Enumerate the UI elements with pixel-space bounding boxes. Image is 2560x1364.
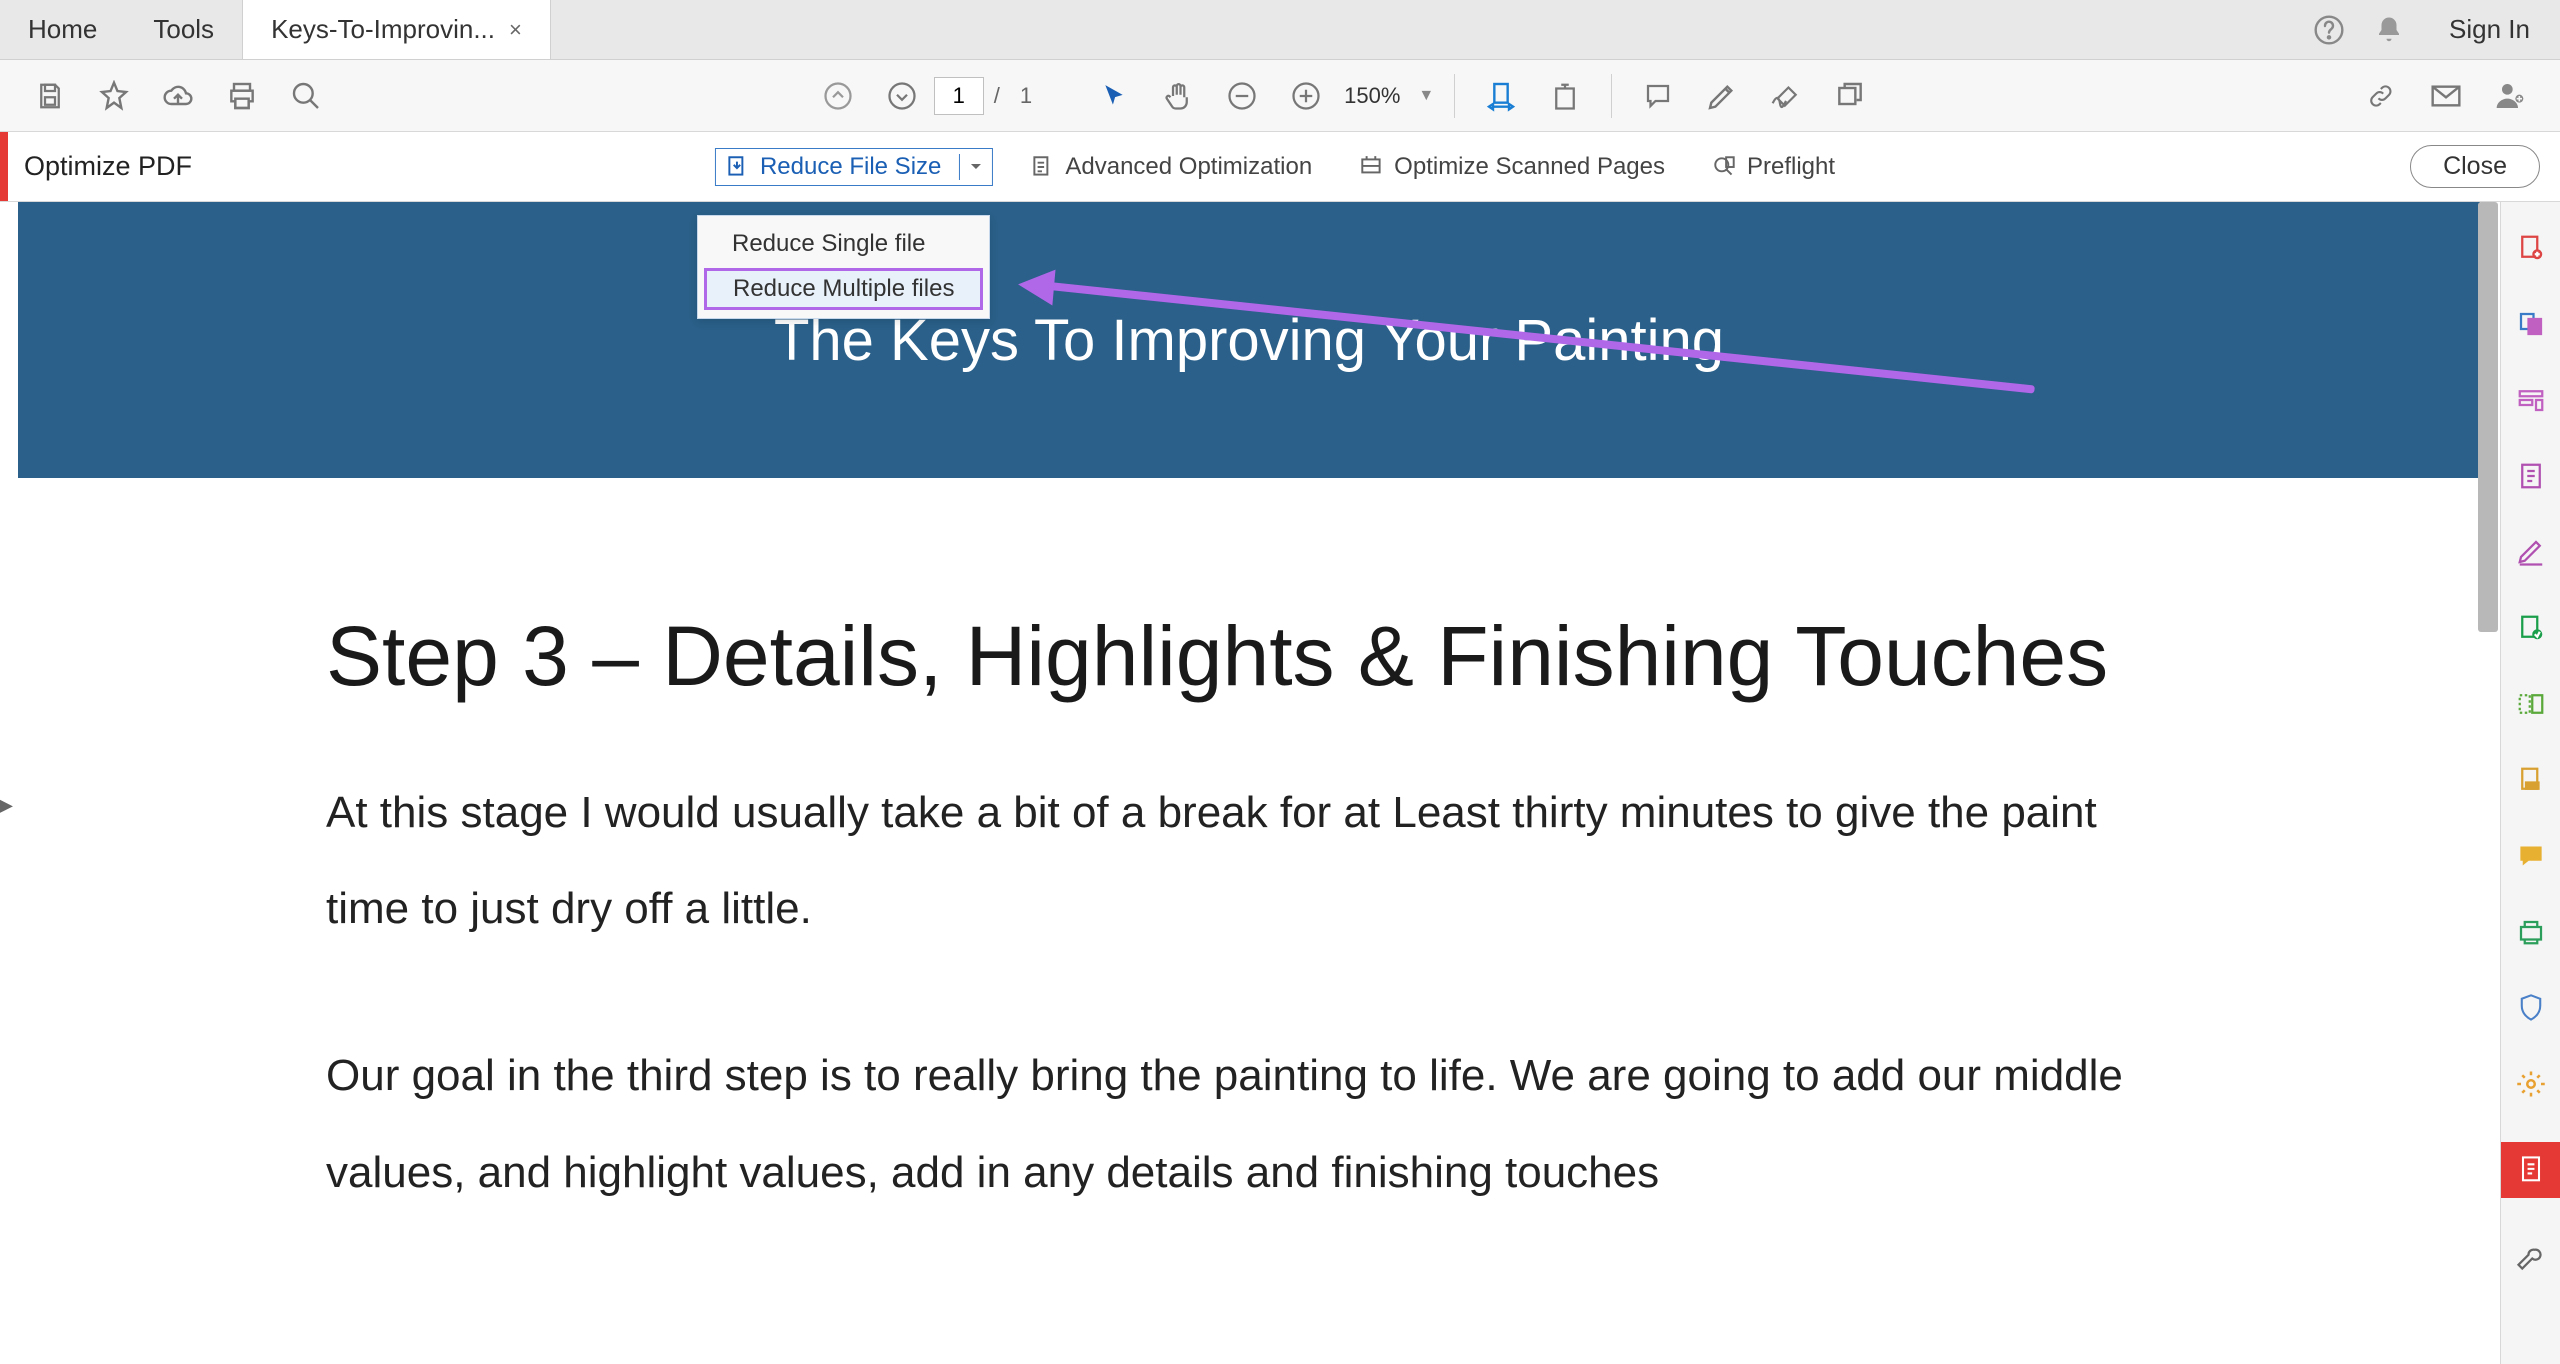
preflight-icon xyxy=(1711,154,1737,180)
cloud-upload-icon[interactable] xyxy=(156,74,200,118)
create-pdf-icon[interactable] xyxy=(2513,230,2549,266)
link-icon[interactable] xyxy=(2360,74,2404,118)
optimize-subbar: Optimize PDF Reduce File Size Advanced O… xyxy=(0,132,2560,202)
document-tab-label: Keys-To-Improvin... xyxy=(271,14,495,45)
email-icon[interactable] xyxy=(2424,74,2468,118)
zoom-out-icon[interactable] xyxy=(1220,74,1264,118)
protect-icon[interactable] xyxy=(2513,990,2549,1026)
organize-icon[interactable] xyxy=(2513,610,2549,646)
page-total: 1 xyxy=(1020,83,1032,109)
highlight-icon[interactable] xyxy=(1700,74,1744,118)
advanced-icon xyxy=(1029,154,1055,180)
comment-icon[interactable] xyxy=(1636,74,1680,118)
sign-icon[interactable] xyxy=(1764,74,1808,118)
close-subbar-button[interactable]: Close xyxy=(2410,145,2540,188)
home-tab[interactable]: Home xyxy=(0,0,125,59)
main-toolbar: / 1 150%▼ xyxy=(0,60,2560,132)
print-production-icon[interactable] xyxy=(2513,914,2549,950)
optimize-scanned-button[interactable]: Optimize Scanned Pages xyxy=(1348,147,1675,187)
vertical-scrollbar[interactable] xyxy=(2478,202,2498,632)
reduce-file-size-button[interactable]: Reduce File Size xyxy=(715,148,993,186)
subbar-title: Optimize PDF xyxy=(24,151,192,182)
chevron-down-icon: ▼ xyxy=(1418,87,1434,105)
signin-button[interactable]: Sign In xyxy=(2419,14,2560,45)
star-icon[interactable] xyxy=(92,74,136,118)
zoom-dropdown[interactable]: 150%▼ xyxy=(1344,83,1434,109)
document-body: Step 3 – Details, Highlights & Finishing… xyxy=(18,478,2480,1222)
preflight-button[interactable]: Preflight xyxy=(1701,147,1845,187)
page-up-icon[interactable] xyxy=(816,74,860,118)
page-down-icon[interactable] xyxy=(880,74,924,118)
edit-pdf-icon[interactable] xyxy=(2513,382,2549,418)
menubar: Home Tools Keys-To-Improvin... × Sign In xyxy=(0,0,2560,60)
page-number-input[interactable] xyxy=(934,77,984,115)
stamp-icon[interactable] xyxy=(1828,74,1872,118)
export-pdf-icon[interactable] xyxy=(2513,458,2549,494)
left-panel-expand[interactable]: ▶ xyxy=(0,780,12,830)
save-icon[interactable] xyxy=(28,74,72,118)
section-heading: Step 3 – Details, Highlights & Finishing… xyxy=(326,608,2180,705)
print-icon[interactable] xyxy=(220,74,264,118)
zoom-in-icon[interactable] xyxy=(1284,74,1328,118)
right-tool-rail xyxy=(2500,202,2560,1364)
reduce-multiple-item[interactable]: Reduce Multiple files xyxy=(704,268,983,310)
more-tools-icon[interactable] xyxy=(2513,1066,2549,1102)
fill-sign-icon[interactable] xyxy=(2513,534,2549,570)
paragraph-2: Our goal in the third step is to really … xyxy=(326,1028,2180,1222)
share-person-icon[interactable] xyxy=(2488,74,2532,118)
bell-icon[interactable] xyxy=(2365,6,2413,54)
reduce-single-item[interactable]: Reduce Single file xyxy=(698,222,989,266)
optimize-rail-icon[interactable] xyxy=(2501,1142,2560,1198)
compress-icon[interactable] xyxy=(2513,686,2549,722)
annotation-arrow-head xyxy=(1016,266,1055,305)
page-sep: / xyxy=(994,83,1000,109)
hand-tool-icon[interactable] xyxy=(1156,74,1200,118)
wrench-icon[interactable] xyxy=(2513,1238,2549,1274)
close-tab-icon[interactable]: × xyxy=(509,17,522,43)
reduce-file-icon xyxy=(724,154,750,180)
document-viewport: The Keys To Improving Your Painting Step… xyxy=(18,202,2480,1364)
paragraph-1: At this stage I would usually take a bit… xyxy=(326,765,2180,959)
reduce-dropdown: Reduce Single file Reduce Multiple files xyxy=(697,215,990,319)
document-tab[interactable]: Keys-To-Improvin... × xyxy=(242,0,551,59)
search-icon[interactable] xyxy=(284,74,328,118)
help-icon[interactable] xyxy=(2305,6,2353,54)
selection-tool-icon[interactable] xyxy=(1092,74,1136,118)
comment-rail-icon[interactable] xyxy=(2513,838,2549,874)
redact-icon[interactable] xyxy=(2513,762,2549,798)
scanned-icon xyxy=(1358,154,1384,180)
fit-width-icon[interactable] xyxy=(1479,74,1523,118)
active-tool-indicator xyxy=(0,132,8,201)
document-banner: The Keys To Improving Your Painting xyxy=(18,202,2480,478)
fit-page-icon[interactable] xyxy=(1543,74,1587,118)
chevron-down-icon[interactable] xyxy=(959,154,992,180)
tools-tab[interactable]: Tools xyxy=(125,0,242,59)
advanced-optimization-button[interactable]: Advanced Optimization xyxy=(1019,147,1322,187)
combine-icon[interactable] xyxy=(2513,306,2549,342)
